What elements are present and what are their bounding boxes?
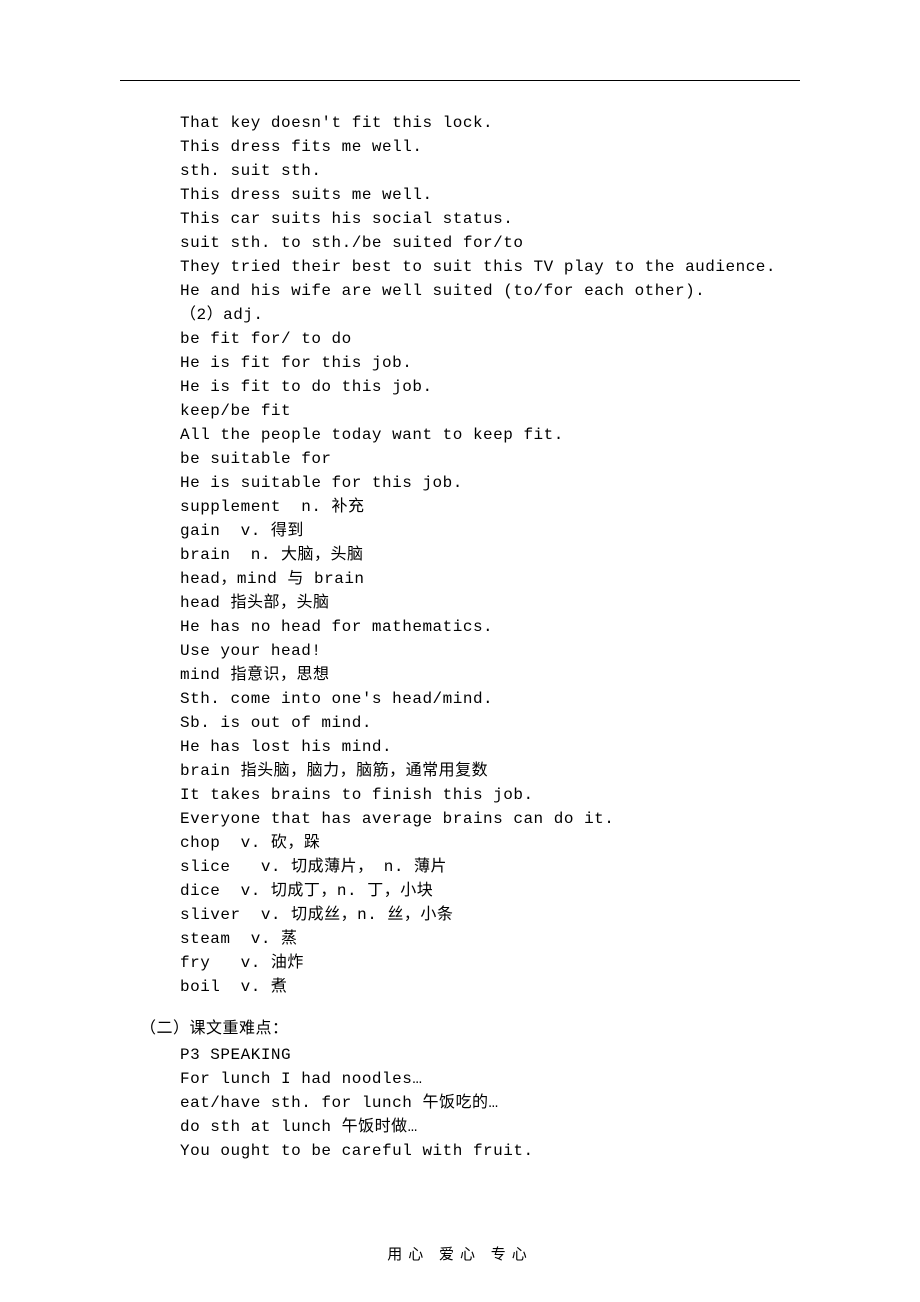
page-footer: 用心 爱心 专心 — [0, 1243, 920, 1264]
text-line: sth. suit sth. — [120, 159, 800, 183]
text-line: keep/be fit — [120, 399, 800, 423]
page-container: That key doesn't fit this lock. This dre… — [0, 0, 920, 1203]
text-line: This dress suits me well. — [120, 183, 800, 207]
text-line: P3 SPEAKING — [120, 1043, 800, 1067]
text-line: They tried their best to suit this TV pl… — [120, 255, 800, 279]
text-line: sliver v. 切成丝，n. 丝，小条 — [120, 903, 800, 927]
text-line: You ought to be careful with fruit. — [120, 1139, 800, 1163]
text-line: brain 指头脑，脑力，脑筋，通常用复数 — [120, 759, 800, 783]
text-line: He and his wife are well suited (to/for … — [120, 279, 800, 303]
text-line: brain n. 大脑，头脑 — [120, 543, 800, 567]
text-line: chop v. 砍，跺 — [120, 831, 800, 855]
text-line: That key doesn't fit this lock. — [120, 111, 800, 135]
text-line: slice v. 切成薄片， n. 薄片 — [120, 855, 800, 879]
text-line: dice v. 切成丁，n. 丁，小块 — [120, 879, 800, 903]
text-line: be suitable for — [120, 447, 800, 471]
text-line: He is fit to do this job. — [120, 375, 800, 399]
text-line: He has no head for mathematics. — [120, 615, 800, 639]
text-line: Use your head! — [120, 639, 800, 663]
text-line: Everyone that has average brains can do … — [120, 807, 800, 831]
text-line: All the people today want to keep fit. — [120, 423, 800, 447]
text-line: eat/have sth. for lunch 午饭吃的… — [120, 1091, 800, 1115]
text-line: （2）adj. — [120, 303, 800, 327]
text-line: This car suits his social status. — [120, 207, 800, 231]
section-heading: （二）课文重难点： — [120, 1017, 800, 1041]
text-line: suit sth. to sth./be suited for/to — [120, 231, 800, 255]
text-line: He has lost his mind. — [120, 735, 800, 759]
text-line: This dress fits me well. — [120, 135, 800, 159]
text-line: gain v. 得到 — [120, 519, 800, 543]
text-line: fry v. 油炸 — [120, 951, 800, 975]
text-line: He is suitable for this job. — [120, 471, 800, 495]
text-line: head 指头部，头脑 — [120, 591, 800, 615]
text-line: steam v. 蒸 — [120, 927, 800, 951]
text-line: Sb. is out of mind. — [120, 711, 800, 735]
text-line: do sth at lunch 午饭时做… — [120, 1115, 800, 1139]
top-rule — [120, 80, 800, 81]
text-line: supplement n. 补充 — [120, 495, 800, 519]
document-body: That key doesn't fit this lock. This dre… — [120, 111, 800, 1163]
text-line: be fit for/ to do — [120, 327, 800, 351]
text-line: Sth. come into one's head/mind. — [120, 687, 800, 711]
text-line: mind 指意识，思想 — [120, 663, 800, 687]
text-line: head，mind 与 brain — [120, 567, 800, 591]
text-line: For lunch I had noodles… — [120, 1067, 800, 1091]
text-line: boil v. 煮 — [120, 975, 800, 999]
text-line: It takes brains to finish this job. — [120, 783, 800, 807]
text-line: He is fit for this job. — [120, 351, 800, 375]
